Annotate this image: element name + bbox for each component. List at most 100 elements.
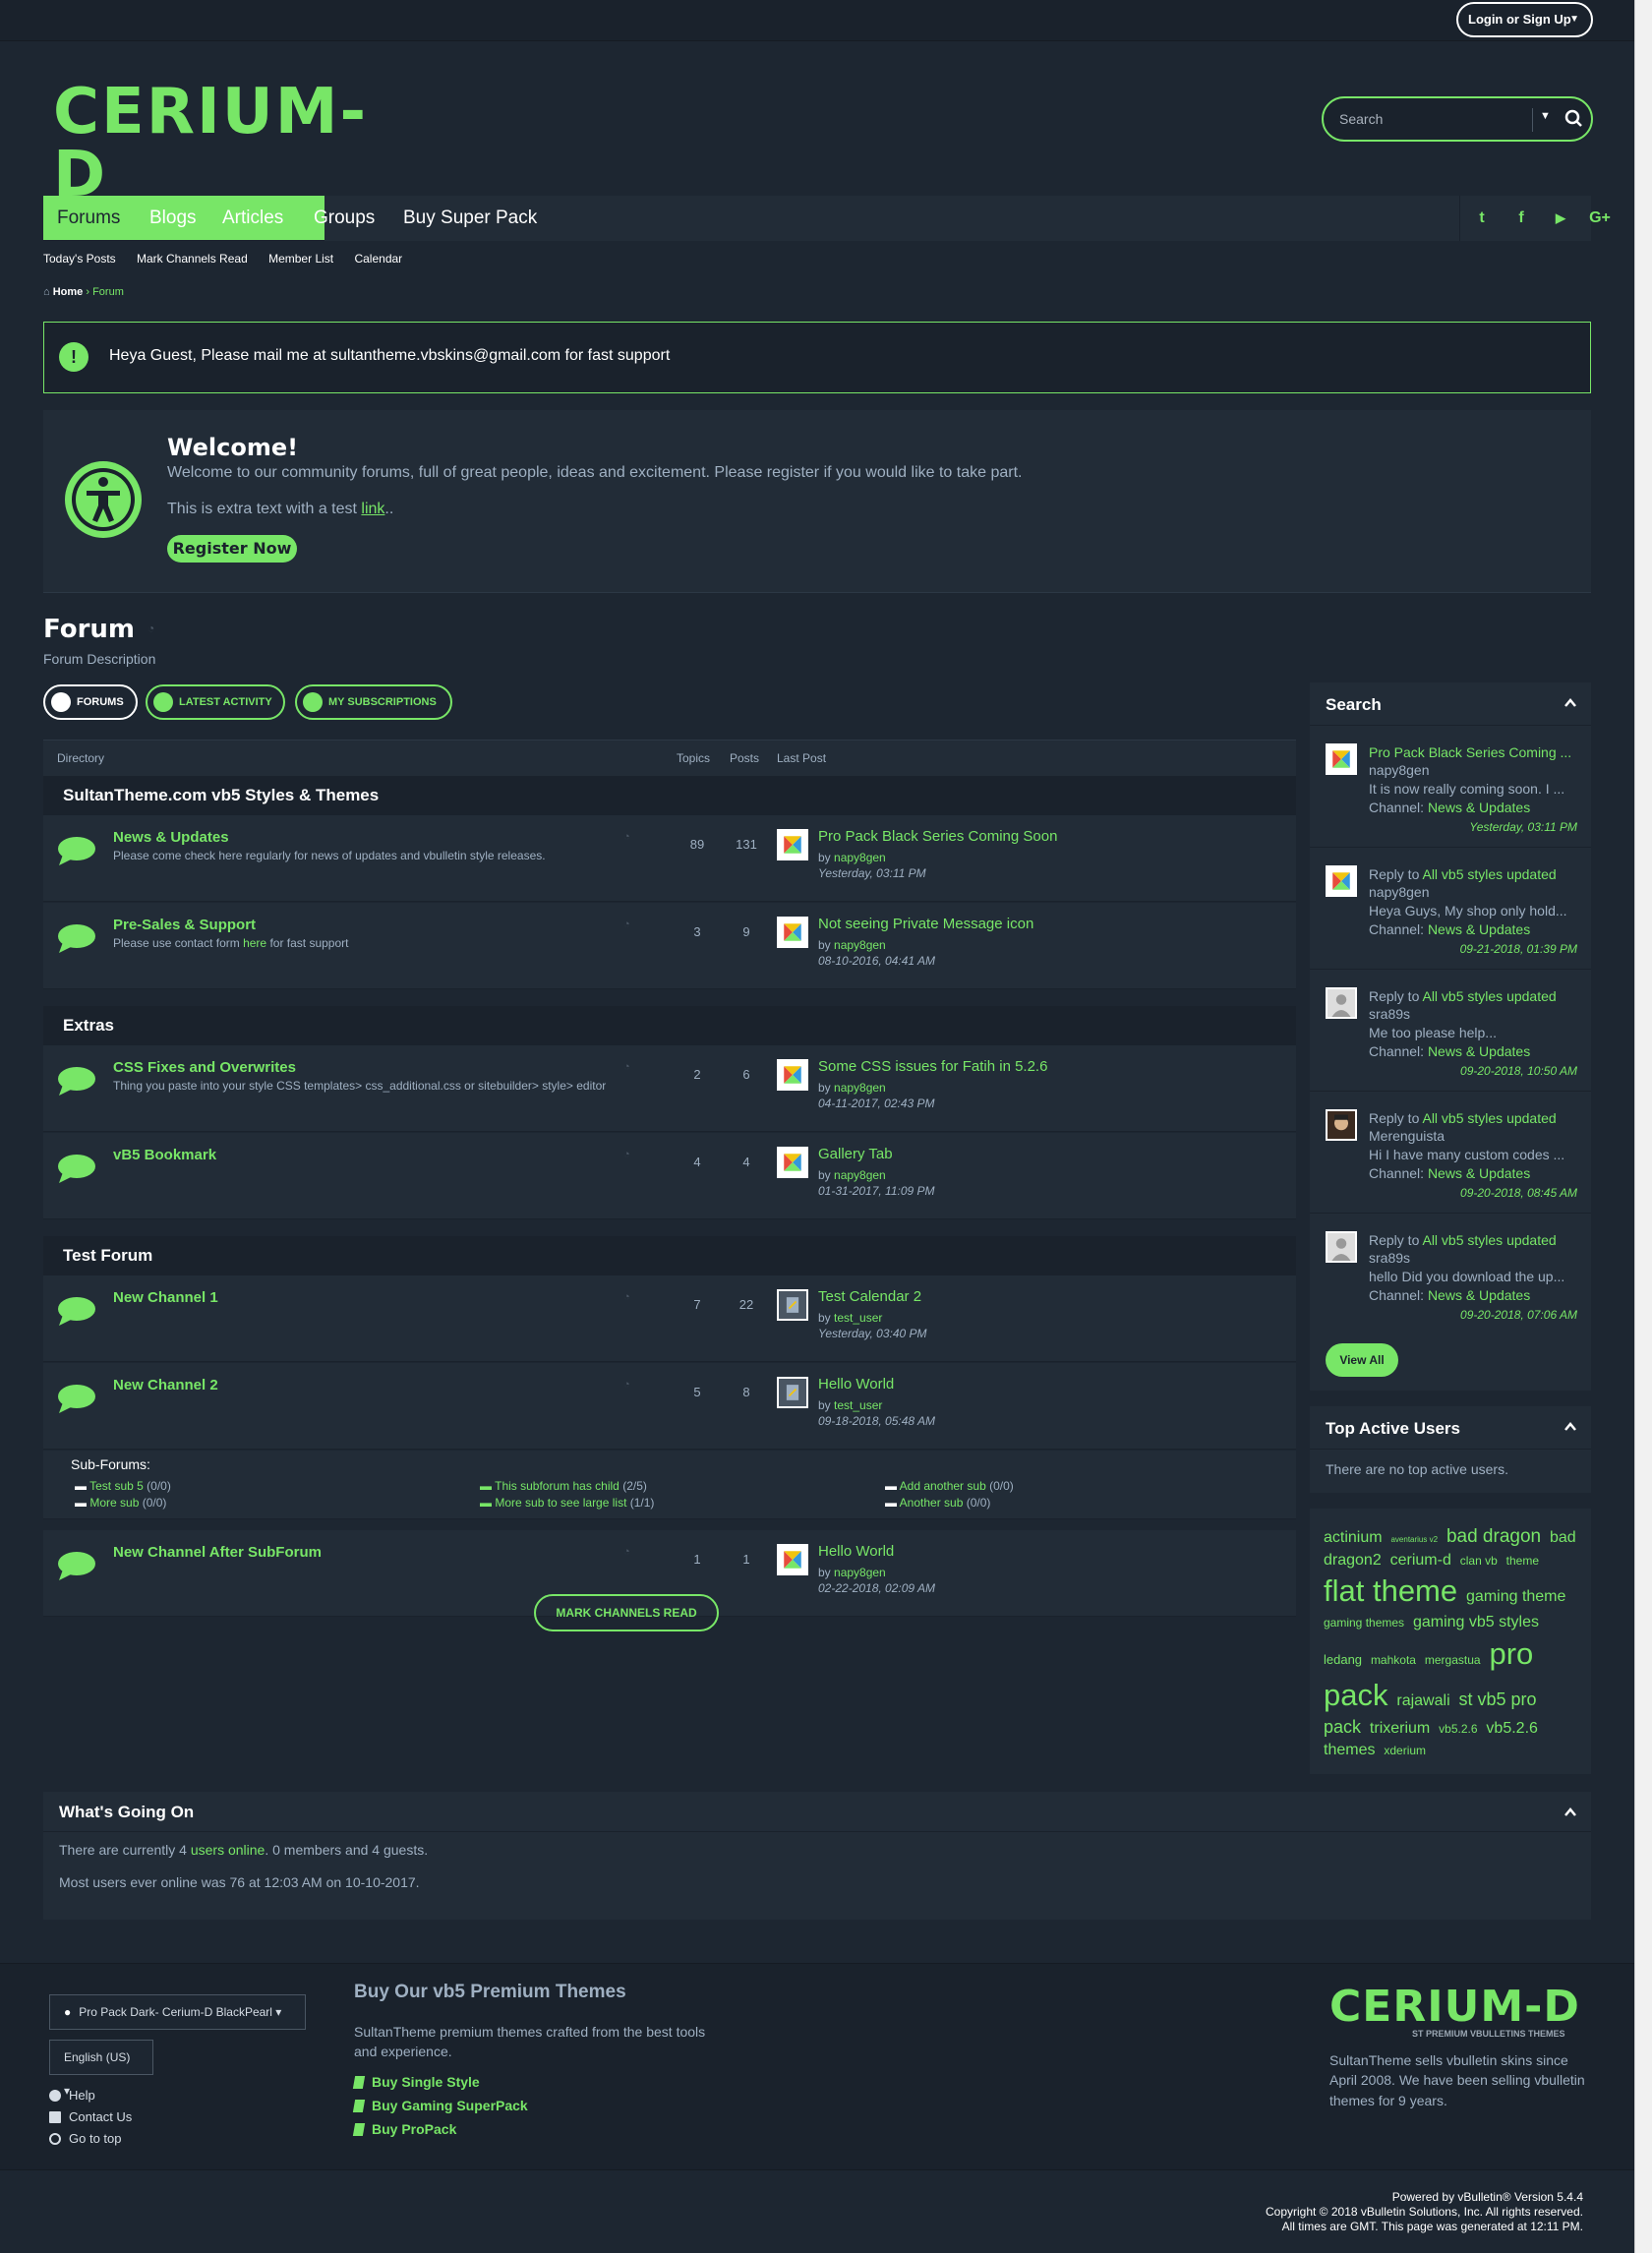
last-post-title[interactable]: Gallery Tab — [818, 1146, 893, 1162]
footer-contact-link[interactable]: Contact Us — [49, 2109, 132, 2124]
scrollbar[interactable] — [1634, 0, 1652, 2253]
channel-title[interactable]: New Channel 2 — [113, 1377, 218, 1393]
avatar[interactable] — [1326, 987, 1357, 1019]
subforum-name[interactable]: More sub to see large list — [495, 1496, 626, 1510]
tag-link[interactable]: trixerium — [1370, 1720, 1430, 1737]
last-post-title[interactable]: Hello World — [818, 1376, 894, 1393]
tag-link[interactable]: theme — [1506, 1554, 1539, 1568]
channel-title[interactable]: vB5 Bookmark — [113, 1147, 216, 1163]
subforum-link[interactable]: ▬ Add another sub (0/0) — [885, 1479, 1014, 1493]
breadcrumb-current[interactable]: Forum — [92, 286, 124, 298]
footer-logo[interactable]: CERIUM-D ST PREMIUM VBULLETINS THEMES — [1329, 1986, 1580, 2040]
avatar[interactable] — [777, 1147, 808, 1178]
activity-topic-link[interactable]: All vb5 styles updated — [1422, 866, 1556, 882]
avatar[interactable] — [777, 829, 808, 860]
youtube-icon[interactable]: ▶ — [1541, 196, 1580, 241]
avatar[interactable] — [1326, 743, 1357, 775]
login-signup-button[interactable]: Login or Sign Up ▼ — [1456, 2, 1593, 37]
channel-title[interactable]: CSS Fixes and Overwrites — [113, 1059, 296, 1076]
subnav-calendar[interactable]: Calendar — [354, 252, 402, 266]
google-plus-icon[interactable]: G+ — [1580, 196, 1620, 241]
subforum-link[interactable]: ▬ Another sub (0/0) — [885, 1496, 990, 1510]
tag-link[interactable]: rajawali — [1396, 1692, 1449, 1709]
activity-item[interactable]: Reply to All vb5 styles updated Merengui… — [1310, 1092, 1591, 1214]
search-input[interactable]: Search — [1339, 111, 1383, 127]
channel-link[interactable]: News & Updates — [1428, 1165, 1530, 1181]
table-row[interactable]: vB5 Bookmark ◔ 4 4 Gallery Tab by napy8g… — [43, 1133, 1296, 1219]
activity-user[interactable]: napy8gen — [1369, 884, 1577, 900]
activity-item[interactable]: Reply to All vb5 styles updated sra89s h… — [1310, 1214, 1591, 1335]
activity-user[interactable]: sra89s — [1369, 1250, 1577, 1266]
activity-user[interactable]: sra89s — [1369, 1006, 1577, 1022]
activity-topic-link[interactable]: Pro Pack Black Series Coming ... — [1369, 744, 1571, 760]
last-post-title[interactable]: Test Calendar 2 — [818, 1288, 921, 1305]
subforum-name[interactable]: Add another sub — [900, 1479, 986, 1493]
subforum-name[interactable]: More sub — [89, 1496, 139, 1510]
twitter-icon[interactable]: t — [1462, 196, 1502, 241]
last-post-title[interactable]: Not seeing Private Message icon — [818, 916, 1033, 932]
channel-title[interactable]: New Channel 1 — [113, 1289, 218, 1306]
subnav-mark-channels-read[interactable]: Mark Channels Read — [137, 252, 248, 266]
view-all-button[interactable]: View All — [1326, 1343, 1398, 1377]
avatar[interactable] — [777, 1059, 808, 1091]
rss-icon[interactable]: ◔ — [623, 1061, 630, 1073]
avatar[interactable] — [1326, 1109, 1357, 1141]
language-select[interactable]: English (US) ▾ — [49, 2040, 153, 2098]
buy-propack-link[interactable]: Buy ProPack — [352, 2121, 456, 2137]
table-row[interactable]: New Channel 1 ◔ 7 22 Test Calendar 2 by … — [43, 1275, 1296, 1362]
activity-item[interactable]: Reply to All vb5 styles updated sra89s M… — [1310, 970, 1591, 1092]
table-row[interactable]: News & Updates Please come check here re… — [43, 815, 1296, 902]
activity-topic-link[interactable]: All vb5 styles updated — [1422, 988, 1556, 1004]
home-icon[interactable]: ⌂ — [43, 286, 50, 298]
rss-icon[interactable]: ◔ — [623, 831, 630, 843]
activity-user[interactable]: napy8gen — [1369, 762, 1577, 778]
rss-icon[interactable]: ◔ — [623, 1379, 630, 1391]
channel-link[interactable]: News & Updates — [1428, 800, 1530, 815]
last-post-title[interactable]: Hello World — [818, 1543, 894, 1560]
avatar[interactable] — [777, 1544, 808, 1575]
tag-link[interactable]: mahkota — [1371, 1653, 1416, 1667]
username-link[interactable]: napy8gen — [834, 938, 886, 952]
footer-help-link[interactable]: Help — [49, 2088, 95, 2103]
avatar[interactable] — [1326, 1231, 1357, 1263]
site-logo[interactable]: CERIUM-D ST PREMIUM VBULLETINS THEMES — [53, 81, 397, 218]
tag-link[interactable]: xderium — [1384, 1744, 1426, 1757]
rss-icon[interactable]: ◔ — [148, 622, 154, 635]
tag-link[interactable]: gaming themes — [1324, 1616, 1404, 1630]
footer-top-link[interactable]: Go to top — [49, 2131, 121, 2146]
rss-icon[interactable]: ◔ — [623, 1149, 630, 1160]
channel-title[interactable]: New Channel After SubForum — [113, 1544, 322, 1561]
tag-link[interactable]: aventarius v2 — [1390, 1535, 1438, 1544]
tag-link[interactable]: clan vb — [1460, 1554, 1498, 1568]
avatar[interactable] — [777, 1289, 808, 1321]
mark-channels-read-button[interactable]: MARK CHANNELS READ — [534, 1594, 719, 1631]
nav-blogs[interactable]: Blogs — [136, 196, 210, 241]
avatar[interactable] — [1326, 865, 1357, 897]
activity-item[interactable]: Pro Pack Black Series Coming ... napy8ge… — [1310, 726, 1591, 848]
buy-gaming-superpack-link[interactable]: Buy Gaming SuperPack — [352, 2098, 528, 2113]
tab-my-subscriptions[interactable]: MY SUBSCRIPTIONS — [295, 684, 452, 720]
rss-icon[interactable]: ◔ — [623, 919, 630, 930]
users-online-link[interactable]: users online — [191, 1842, 266, 1858]
activity-user[interactable]: Merenguista — [1369, 1128, 1577, 1144]
subforum-link[interactable]: ▬ More sub to see large list (1/1) — [480, 1496, 654, 1510]
tag-link[interactable]: vb5.2.6 — [1439, 1722, 1477, 1736]
section-title[interactable]: SultanTheme.com vb5 Styles & Themes — [63, 786, 379, 805]
username-link[interactable]: test_user — [834, 1311, 882, 1325]
activity-topic-link[interactable]: All vb5 styles updated — [1422, 1232, 1556, 1248]
channel-title[interactable]: News & Updates — [113, 829, 229, 846]
buy-single-style-link[interactable]: Buy Single Style — [352, 2074, 480, 2090]
activity-topic-link[interactable]: All vb5 styles updated — [1422, 1110, 1556, 1126]
section-title[interactable]: Extras — [63, 1016, 114, 1036]
last-post-title[interactable]: Pro Pack Black Series Coming Soon — [818, 828, 1057, 845]
tab-latest-activity[interactable]: LATEST ACTIVITY — [146, 684, 285, 720]
search-icon[interactable] — [1564, 108, 1585, 130]
avatar[interactable] — [777, 1377, 808, 1408]
subforum-name[interactable]: Another sub — [900, 1496, 964, 1510]
subnav-todays-posts[interactable]: Today's Posts — [43, 252, 116, 266]
username-link[interactable]: napy8gen — [834, 1081, 886, 1095]
style-select[interactable]: ● Pro Pack Dark- Cerium-D BlackPearl ▾ — [49, 1994, 306, 2030]
username-link[interactable]: napy8gen — [834, 1168, 886, 1182]
tag-link[interactable]: gaming vb5 styles — [1413, 1614, 1539, 1630]
contact-form-link[interactable]: here — [243, 936, 266, 950]
